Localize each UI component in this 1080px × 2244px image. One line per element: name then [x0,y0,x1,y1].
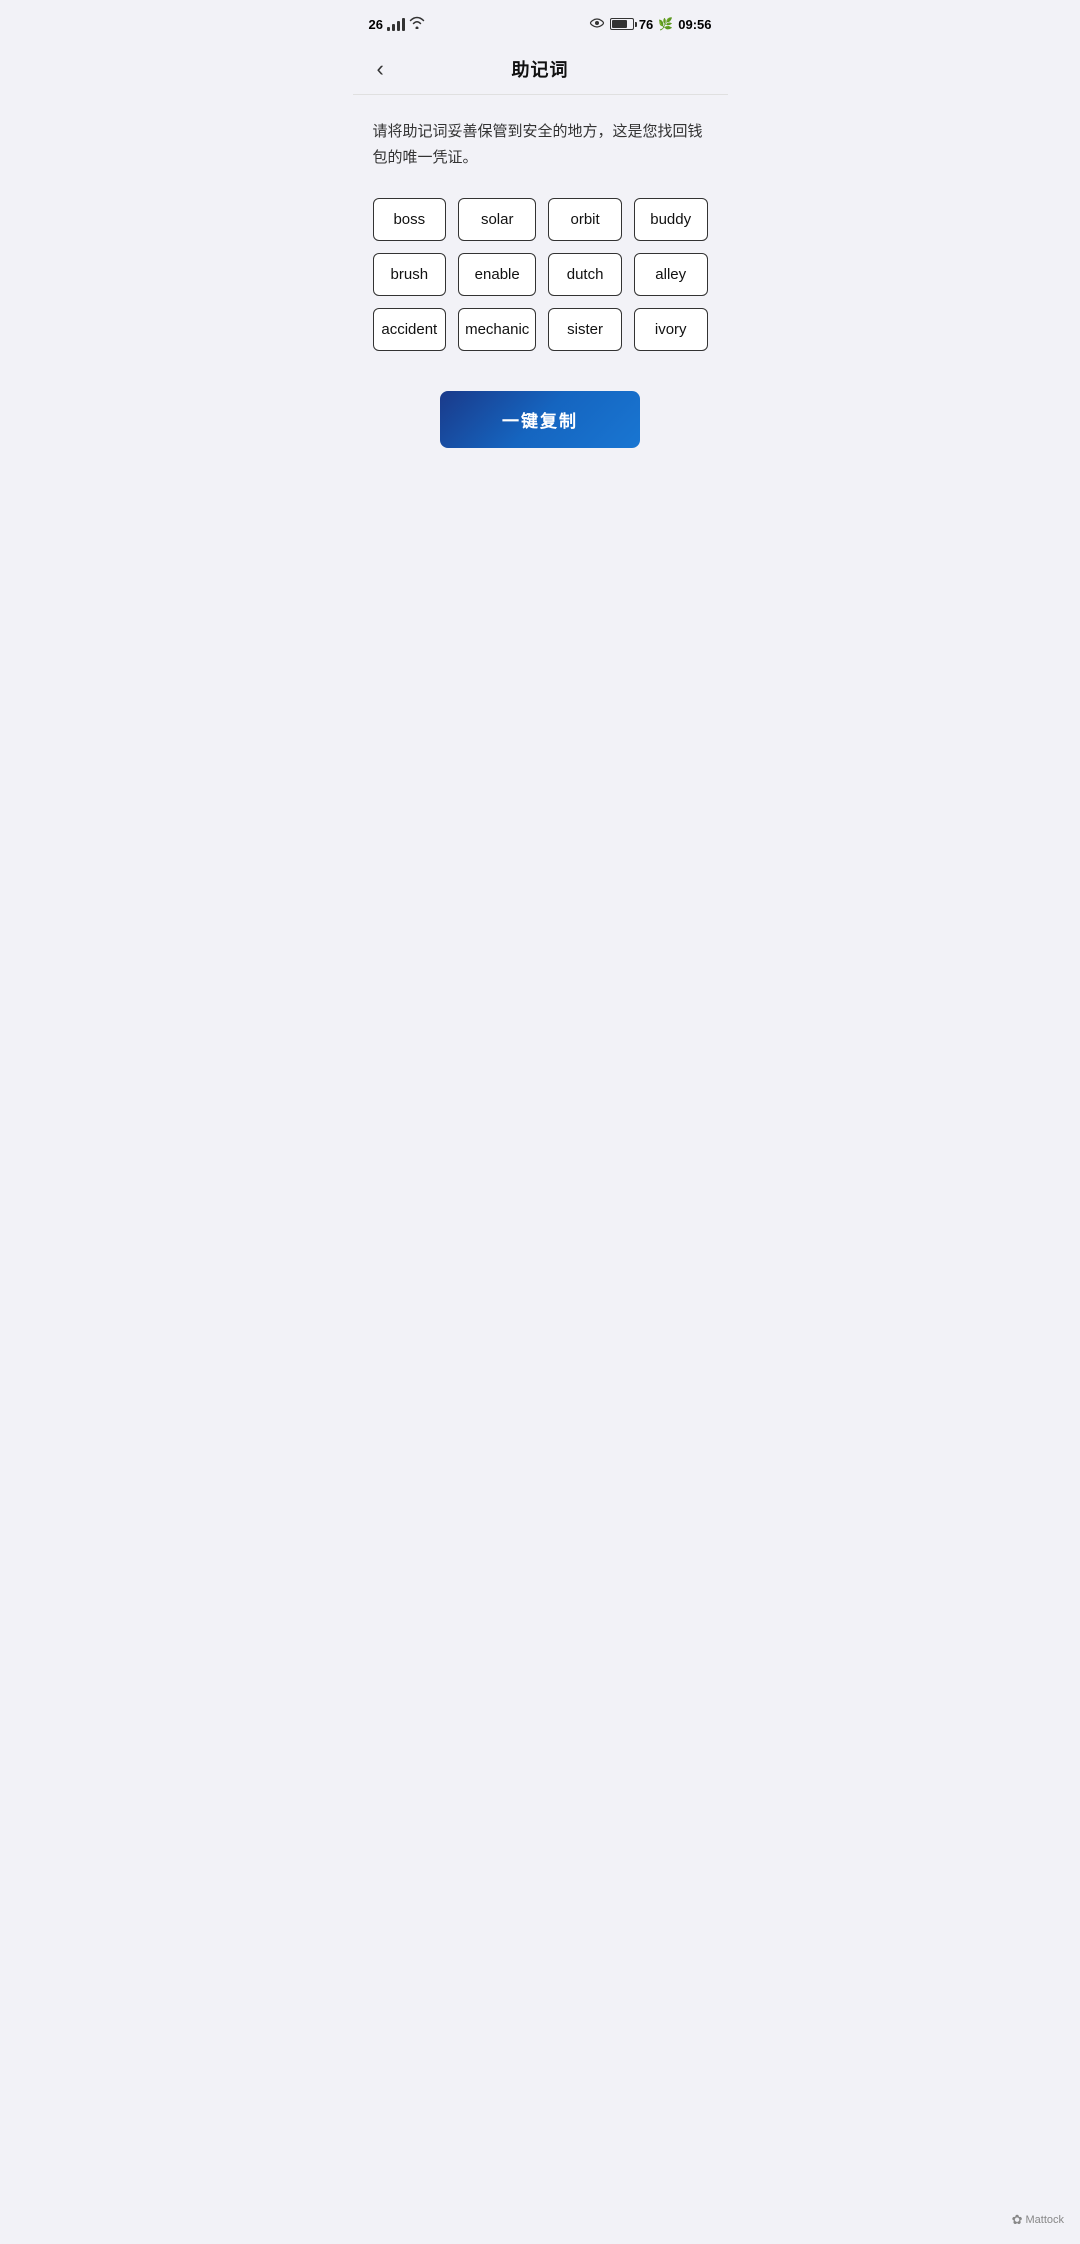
status-left: 26 [369,16,425,32]
footer: ✿ Mattock [1012,2212,1064,2228]
status-right: 76 🌿 09:56 [589,17,712,32]
word-card-10[interactable]: mechanic [458,308,536,351]
back-button[interactable]: ‹ [369,52,392,86]
word-card-3[interactable]: orbit [548,198,622,241]
description-text: 请将助记词妥善保管到安全的地方，这是您找回钱包的唯一凭证。 [373,119,708,170]
word-card-5[interactable]: brush [373,253,447,296]
time: 09:56 [678,17,711,32]
page-title: 助记词 [512,56,569,82]
status-bar: 26 76 🌿 09:56 [353,0,728,44]
word-card-11[interactable]: sister [548,308,622,351]
signal-icon [387,17,405,31]
mnemonic-grid: boss solar orbit buddy brush enable dutch alley… [373,198,708,351]
word-card-6[interactable]: enable [458,253,536,296]
word-card-7[interactable]: dutch [548,253,622,296]
wifi-icon [409,16,425,32]
word-card-8[interactable]: alley [634,253,708,296]
footer-brand: Mattock [1025,2214,1064,2226]
eye-icon [589,17,605,32]
word-card-2[interactable]: solar [458,198,536,241]
battery-percent: 76 [639,17,653,32]
leaf-icon: 🌿 [658,17,673,31]
word-card-1[interactable]: boss [373,198,447,241]
main-content: 请将助记词妥善保管到安全的地方，这是您找回钱包的唯一凭证。 boss solaro… [353,95,728,512]
word-card-12[interactable]: ivory [634,308,708,351]
copy-all-button[interactable]: 一键复制 [440,391,640,448]
copy-button-container: 一键复制 [373,391,708,448]
signal-text: 26 [369,17,383,32]
battery-icon [610,18,634,30]
word-card-4[interactable]: buddy [634,198,708,241]
footer-logo-icon: ✿ [1012,2212,1023,2228]
nav-header: ‹ 助记词 [353,44,728,95]
word-card-9[interactable]: accident [373,308,447,351]
